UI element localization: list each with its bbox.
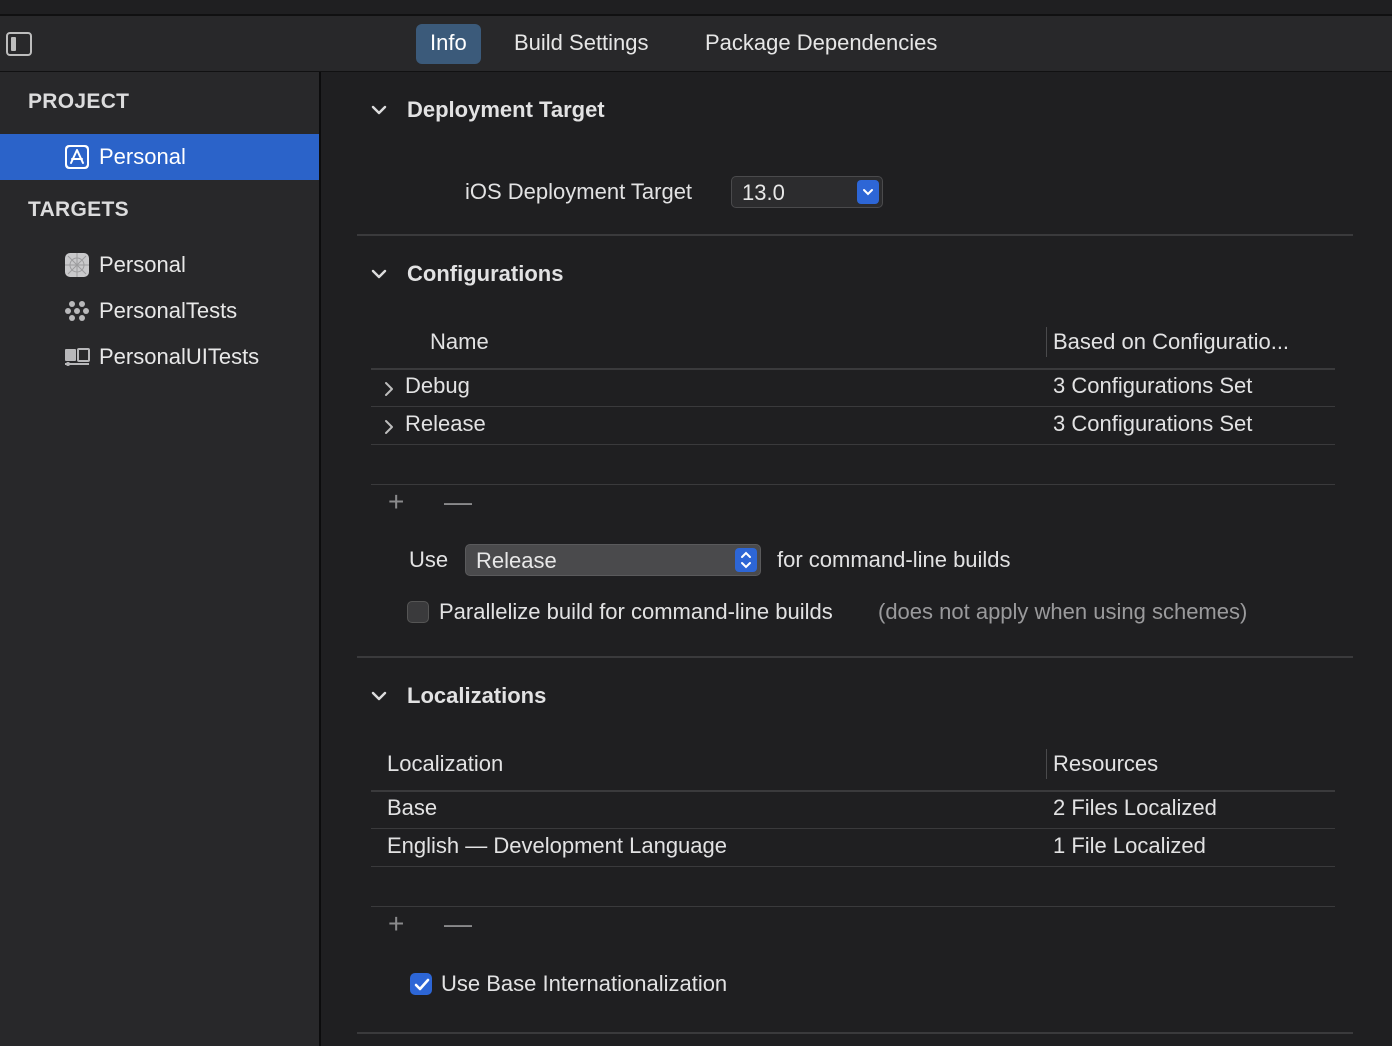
- base-internationalization-label[interactable]: Use Base Internationalization: [441, 971, 727, 997]
- command-line-config-value: Release: [476, 548, 557, 573]
- app-target-icon: [65, 253, 89, 277]
- parallelize-checkbox[interactable]: [407, 601, 429, 623]
- column-header-resources[interactable]: Resources: [1053, 751, 1158, 777]
- project-header: PROJECT: [28, 90, 130, 113]
- ios-deployment-target-combobox[interactable]: 13.0: [731, 176, 883, 208]
- table-bottom-divider: [371, 484, 1335, 485]
- sidebar-item-label: Personal: [99, 144, 186, 169]
- add-localization-button[interactable]: +: [388, 908, 404, 940]
- chevron-down-icon[interactable]: [370, 101, 388, 119]
- table-bottom-divider: [371, 906, 1335, 907]
- up-down-chevron-icon: [735, 548, 757, 572]
- table-header-divider: [371, 368, 1335, 370]
- sidebar-item-target-personal[interactable]: Personal: [0, 242, 319, 288]
- ios-deployment-target-value: 13.0: [742, 180, 785, 205]
- sidebar-item-project-personal[interactable]: Personal: [0, 134, 319, 180]
- parallelize-label[interactable]: Parallelize build for command-line build…: [439, 599, 833, 625]
- tab-build-settings[interactable]: Build Settings: [500, 24, 663, 64]
- editor-tab-bar: Info Build Settings Package Dependencies: [0, 16, 1392, 72]
- row-divider: [371, 406, 1335, 407]
- remove-localization-button[interactable]: —: [444, 908, 472, 940]
- sidebar-toggle-icon[interactable]: [6, 32, 32, 56]
- targets-header: TARGETS: [28, 198, 129, 221]
- section-divider: [357, 1032, 1353, 1034]
- sidebar-item-target-personaltests[interactable]: PersonalTests: [0, 288, 319, 334]
- use-label: Use: [409, 547, 449, 572]
- config-name: Debug: [405, 373, 470, 398]
- column-header-name[interactable]: Name: [430, 329, 489, 355]
- section-divider: [357, 656, 1353, 658]
- chevron-down-icon[interactable]: [370, 265, 388, 283]
- add-configuration-button[interactable]: +: [388, 486, 404, 518]
- column-separator[interactable]: [1046, 327, 1047, 357]
- row-divider: [371, 444, 1335, 445]
- localizations-title: Localizations: [407, 683, 547, 708]
- tab-package-dependencies[interactable]: Package Dependencies: [691, 24, 951, 64]
- row-divider: [371, 828, 1335, 829]
- config-based-on: 3 Configurations Set: [1053, 373, 1253, 398]
- chevron-right-icon[interactable]: [380, 380, 398, 398]
- localization-resources: 2 Files Localized: [1053, 795, 1217, 820]
- localization-name: English — Development Language: [387, 833, 728, 858]
- sidebar-item-label: PersonalUITests: [99, 344, 260, 369]
- config-based-on: 3 Configurations Set: [1053, 411, 1253, 436]
- project-navigator-sidebar: PROJECT Personal TARGETS Personal Person…: [0, 72, 319, 1046]
- column-header-localization[interactable]: Localization: [387, 751, 503, 777]
- remove-configuration-button[interactable]: —: [444, 486, 472, 518]
- column-separator[interactable]: [1046, 749, 1047, 779]
- command-line-builds-label: for command-line builds: [777, 547, 1011, 572]
- chevron-down-icon[interactable]: [857, 180, 879, 204]
- app-store-icon: [65, 145, 89, 169]
- command-line-config-popup[interactable]: Release: [465, 544, 761, 576]
- localization-name: Base: [387, 795, 438, 820]
- test-bundle-icon: [65, 301, 89, 321]
- section-divider: [357, 234, 1353, 236]
- chevron-down-icon[interactable]: [370, 687, 388, 705]
- chevron-right-icon[interactable]: [380, 418, 398, 436]
- sidebar-item-label: PersonalTests: [99, 298, 238, 323]
- configurations-title: Configurations: [407, 261, 564, 286]
- sidebar-item-target-personaluitests[interactable]: PersonalUITests: [0, 334, 319, 380]
- row-divider: [371, 866, 1335, 867]
- config-name: Release: [405, 411, 486, 436]
- column-header-based-on[interactable]: Based on Configuratio...: [1053, 329, 1289, 355]
- localization-resources: 1 File Localized: [1053, 833, 1206, 858]
- checkmark-icon: [414, 978, 430, 991]
- deployment-target-title: Deployment Target: [407, 97, 605, 122]
- project-info-editor: Deployment Target iOS Deployment Target …: [321, 72, 1392, 1046]
- sidebar-item-label: Personal: [99, 252, 186, 277]
- parallelize-note: (does not apply when using schemes): [878, 599, 1248, 624]
- table-header-divider: [371, 790, 1335, 792]
- ios-deployment-target-label: iOS Deployment Target: [465, 179, 693, 204]
- ui-test-bundle-icon: [65, 348, 90, 366]
- tab-info[interactable]: Info: [416, 24, 481, 64]
- base-internationalization-checkbox[interactable]: [410, 973, 432, 995]
